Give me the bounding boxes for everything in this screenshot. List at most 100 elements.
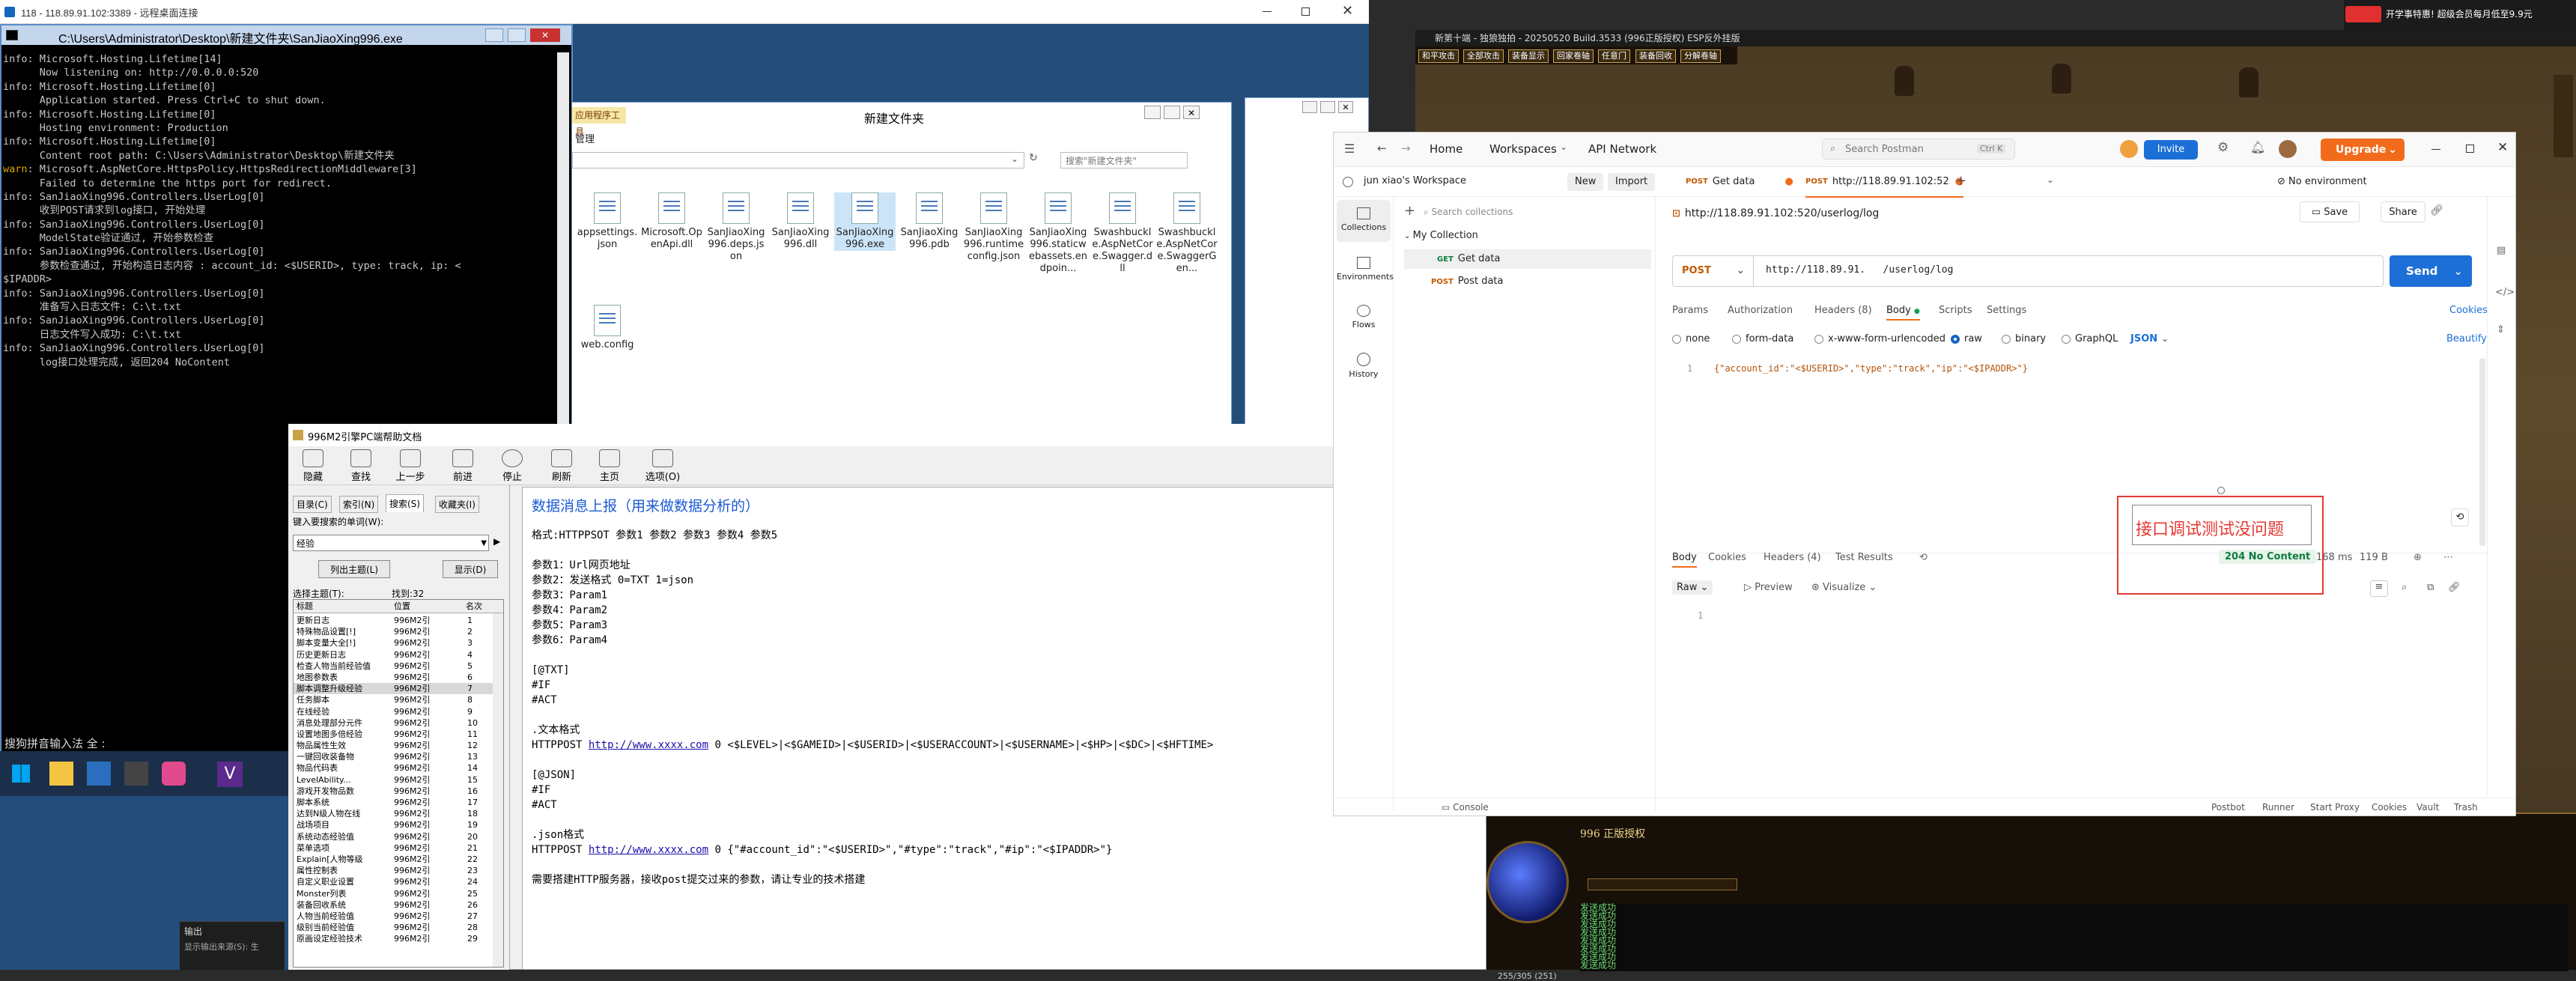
file-item[interactable]: web.config <box>577 305 638 351</box>
wrap-icon[interactable]: ≡ <box>2370 580 2388 597</box>
close-icon[interactable]: ✕ <box>1183 106 1200 119</box>
maximize-icon[interactable] <box>2466 145 2474 153</box>
link-icon[interactable]: 🔗︎ <box>2430 204 2443 216</box>
raw-select[interactable]: Raw ⌄ <box>1672 580 1713 595</box>
subtab-params[interactable]: Params <box>1672 305 1708 316</box>
file-item[interactable]: SanJiaoXing996.dll <box>770 192 831 251</box>
request-item-get[interactable]: GET Get data <box>1404 249 1651 269</box>
result-row[interactable]: 级别当前经验值 996M2引 28 <box>294 922 493 933</box>
radio-none[interactable]: none <box>1672 333 1710 344</box>
nav-workspaces[interactable]: Workspaces <box>1489 142 1557 156</box>
back-button[interactable]: 上一步 <box>393 449 428 483</box>
environment-selector[interactable]: ⊘ No environment <box>2277 173 2434 191</box>
result-row[interactable]: Explain[人物等级 996M2引 22 <box>294 854 493 865</box>
refresh-button[interactable]: 刷新 <box>544 449 579 483</box>
cookies-button[interactable]: Cookies <box>2372 802 2407 813</box>
visualize-button[interactable]: ⊛ Visualize ⌄ <box>1811 582 1877 593</box>
subtab-headers[interactable]: Headers (8) <box>1814 305 1872 316</box>
subtab-scripts[interactable]: Scripts <box>1939 305 1972 316</box>
minimize-icon[interactable] <box>1144 106 1161 119</box>
file-item[interactable]: appsettings.json <box>577 192 638 251</box>
hide-button[interactable]: 隐藏 <box>296 449 330 483</box>
col-title[interactable]: 标题 <box>297 600 313 613</box>
resp-tab-cookies[interactable]: Cookies <box>1708 552 1746 563</box>
menu-icon[interactable]: ☰ <box>1344 142 1355 156</box>
vault-button[interactable]: Vault <box>2416 802 2439 813</box>
result-row[interactable]: 自定义职业设置 996M2引 24 <box>294 876 493 887</box>
result-row[interactable]: 更新日志 996M2引 1 <box>294 615 493 626</box>
file-item[interactable]: Microsoft.OpenApi.dll <box>641 192 702 251</box>
trash-button[interactable]: Trash <box>2454 802 2478 813</box>
beautify-link[interactable]: Beautify <box>2446 333 2487 344</box>
file-item[interactable]: SanJiaoXing996.runtimeconfig.json <box>963 192 1024 263</box>
new-button[interactable]: New <box>1567 173 1604 191</box>
chevron-down-icon[interactable]: ⌄ <box>1011 154 1018 164</box>
find-button[interactable]: 查找 <box>344 449 378 483</box>
tab-post-url[interactable]: POST http://118.89.91.102:52 ● <box>1805 167 1964 198</box>
maximize-icon[interactable] <box>1164 106 1180 119</box>
arrow-right-icon[interactable]: → <box>1401 142 1411 155</box>
result-row[interactable]: 设置地图多倍经验 996M2引 11 <box>294 729 493 740</box>
tab-contents[interactable]: 目录(C) <box>293 496 332 513</box>
preview-button[interactable]: ▷ Preview <box>1744 582 1793 593</box>
resp-tab-headers[interactable]: Headers (4) <box>1764 552 1821 563</box>
subtab-authorization[interactable]: Authorization <box>1728 305 1793 316</box>
list-topics-button[interactable]: 列出主题(L) <box>318 560 390 578</box>
explorer-ribbon-tab[interactable]: 应用程序工具 <box>572 107 626 137</box>
result-row[interactable]: 达到N级人物在线 996M2引 18 <box>294 808 493 819</box>
result-row[interactable]: 脚本调整升级经验 996M2引 7 <box>294 683 493 695</box>
result-row[interactable]: 脚本系统 996M2引 17 <box>294 797 493 808</box>
copy-icon[interactable]: ⧉ <box>2427 582 2434 593</box>
chevron-down-icon[interactable]: ⌄ <box>1560 142 1567 152</box>
plus-icon[interactable]: + <box>1955 173 1966 189</box>
game-button-2[interactable]: 装备显示 <box>1508 49 1549 63</box>
result-row[interactable]: 游戏开发物品数 996M2引 16 <box>294 786 493 797</box>
expand-icon[interactable]: ⇕ <box>2497 324 2505 335</box>
result-row[interactable]: 脚本变量大全[!] 996M2引 3 <box>294 637 493 649</box>
game-button-5[interactable]: 装备回收 <box>1635 49 1676 63</box>
rotate-handle-icon[interactable] <box>2217 487 2225 494</box>
code-icon[interactable]: </> <box>2495 287 2515 298</box>
radio-binary[interactable]: binary <box>2002 333 2046 344</box>
upgrade-button[interactable]: Upgrade ⌄ <box>2321 139 2405 161</box>
close-button[interactable]: ✕ <box>530 28 560 42</box>
file-item[interactable]: Swashbuckle.AspNetCore.Swagger.dll <box>1092 192 1153 275</box>
search-collections-input[interactable]: ⌕ Search collections <box>1424 203 1648 221</box>
col-position[interactable]: 位置 <box>394 600 410 613</box>
windows-start-icon[interactable] <box>12 765 30 783</box>
result-row[interactable]: 检查人物当前经验值 996M2引 5 <box>294 660 493 672</box>
example-link[interactable]: http://www.xxxx.com <box>589 739 708 751</box>
address-bar[interactable] <box>572 152 1024 168</box>
chevron-down-icon[interactable]: ⌄ <box>2047 174 2054 185</box>
explorer-search[interactable]: 搜索"新建文件夹" <box>1060 152 1188 168</box>
close-icon[interactable]: ✕ <box>2497 140 2508 155</box>
search-word-input[interactable]: 经验 ▼ <box>293 535 489 551</box>
invite-button[interactable]: Invite <box>2144 140 2198 160</box>
console-button[interactable]: ▭ Console <box>1442 802 1489 813</box>
game-button-0[interactable]: 和平攻击 <box>1418 49 1459 63</box>
display-button[interactable]: 显示(D) <box>443 560 498 578</box>
maximize-icon[interactable] <box>1320 101 1335 113</box>
bell-icon[interactable]: 🔔︎ <box>2250 140 2265 154</box>
history-icon[interactable]: ⟲ <box>2451 508 2469 526</box>
home-button[interactable]: 主页 <box>592 449 627 483</box>
result-row[interactable]: 系统动态经验值 996M2引 20 <box>294 831 493 842</box>
tab-get-data[interactable]: POST Get data ● <box>1686 167 1793 196</box>
game-button-3[interactable]: 回家卷轴 <box>1553 49 1594 63</box>
game-button-4[interactable]: 任意门 <box>1598 49 1630 63</box>
rail-collections[interactable]: Collections <box>1337 200 1391 242</box>
subtab-body[interactable]: Body ● <box>1886 305 1920 321</box>
taskbar-app-icon[interactable] <box>49 762 73 786</box>
rail-flows[interactable]: Flows <box>1337 297 1391 339</box>
result-row[interactable]: 一键回收装备物 996M2引 13 <box>294 751 493 762</box>
result-row[interactable]: 装备回收系统 996M2引 26 <box>294 899 493 911</box>
resp-tab-tests[interactable]: Test Results <box>1835 552 1893 563</box>
nav-home[interactable]: Home <box>1430 142 1462 156</box>
close-icon[interactable]: ✕ <box>1338 101 1353 113</box>
col-rank[interactable]: 名次 <box>466 600 482 613</box>
radio-graphql[interactable]: GraphQL <box>2062 333 2118 344</box>
result-row[interactable]: 物品属性生效 996M2引 12 <box>294 740 493 751</box>
subtab-settings[interactable]: Settings <box>1987 305 2026 316</box>
result-row[interactable]: 人物当前经验值 996M2引 27 <box>294 911 493 922</box>
refresh-icon[interactable]: ↻ <box>1029 152 1038 164</box>
